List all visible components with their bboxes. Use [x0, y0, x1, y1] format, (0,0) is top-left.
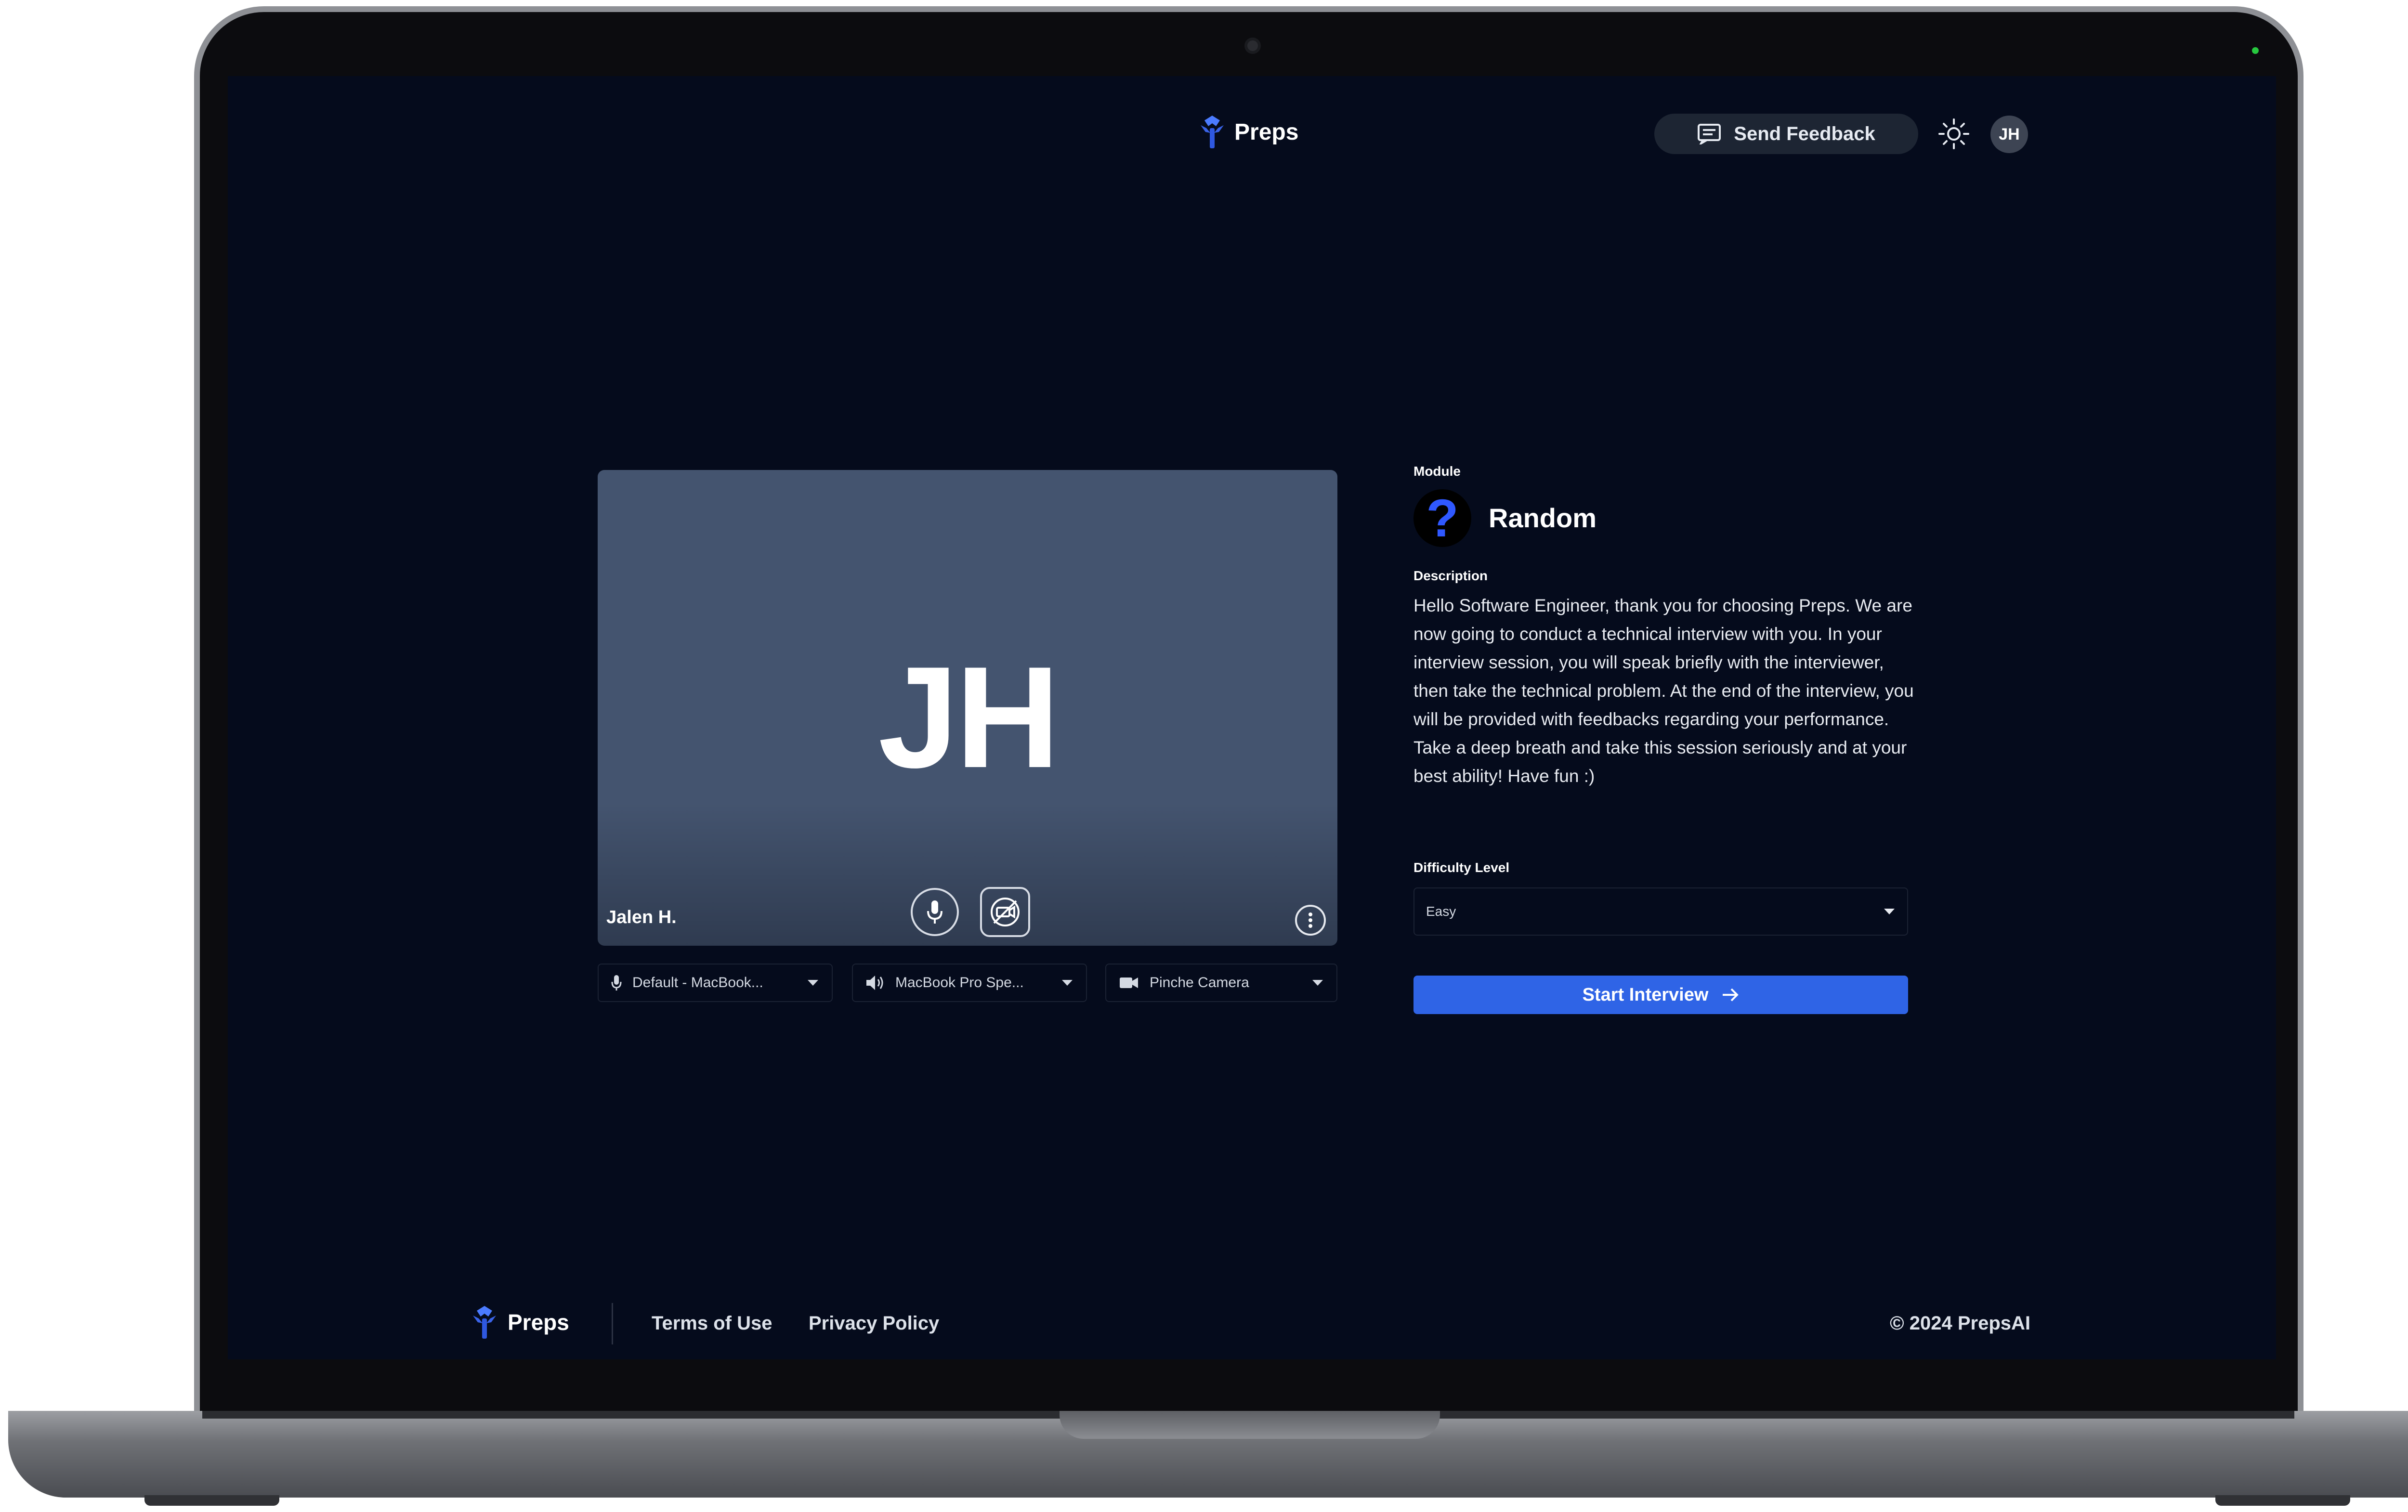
mic-toggle-button[interactable] — [911, 888, 959, 936]
chevron-down-icon — [808, 980, 818, 986]
description-label: Description — [1413, 568, 1488, 583]
speaker-select-value: MacBook Pro Spe... — [895, 975, 1024, 991]
privacy-policy-link[interactable]: Privacy Policy — [809, 1313, 939, 1334]
camera-toggle-button[interactable] — [980, 887, 1030, 937]
difficulty-select-value: Easy — [1426, 904, 1456, 919]
app-screen: Preps Send Feedback JH JH Jalen H. Defau… — [228, 76, 2276, 1359]
camera-indicator-light — [2252, 47, 2259, 54]
video-preview: JH Jalen H. — [598, 470, 1337, 946]
question-mark-icon: ? — [1413, 489, 1471, 548]
camera-off-icon — [991, 898, 1020, 926]
chevron-down-icon — [1062, 980, 1073, 986]
mic-icon — [611, 975, 622, 991]
difficulty-select[interactable]: Easy — [1413, 887, 1908, 936]
participant-name: Jalen H. — [606, 907, 677, 927]
user-avatar[interactable]: JH — [1990, 116, 2028, 153]
speaker-icon — [866, 976, 883, 990]
chevron-down-icon — [1312, 980, 1323, 986]
more-options-button[interactable] — [1295, 905, 1326, 936]
footer-brand[interactable]: Preps — [471, 1304, 569, 1341]
module-description: Hello Software Engineer, thank you for c… — [1413, 596, 1914, 786]
laptop-camera — [1244, 38, 1261, 54]
microphone-select-value: Default - MacBook... — [632, 975, 763, 991]
module-name: Random — [1489, 503, 1597, 533]
footer-divider — [612, 1303, 613, 1344]
feedback-icon — [1698, 124, 1721, 144]
mic-icon — [927, 900, 942, 924]
module-section-label: Module — [1413, 464, 1461, 479]
camera-select[interactable]: Pinche Camera — [1105, 964, 1337, 1002]
laptop-foot-left — [144, 1495, 279, 1506]
laptop-notch — [1060, 1411, 1440, 1439]
footer-brand-name: Preps — [508, 1310, 569, 1335]
video-camera-icon — [1120, 978, 1138, 988]
camera-select-value: Pinche Camera — [1150, 975, 1249, 991]
sun-icon[interactable] — [1937, 117, 1970, 150]
send-feedback-label: Send Feedback — [1734, 123, 1875, 144]
microphone-select[interactable]: Default - MacBook... — [598, 964, 833, 1002]
preps-logo-icon — [1201, 116, 1224, 148]
video-initials: JH — [878, 636, 1060, 798]
speaker-select[interactable]: MacBook Pro Spe... — [852, 964, 1087, 1002]
brand-name: Preps — [1234, 119, 1299, 145]
start-interview-button[interactable]: Start Interview — [1413, 976, 1908, 1014]
more-icon — [1309, 912, 1312, 928]
start-interview-label: Start Interview — [1582, 984, 1709, 1005]
difficulty-label: Difficulty Level — [1413, 860, 1510, 875]
chevron-down-icon — [1884, 909, 1895, 914]
send-feedback-button[interactable]: Send Feedback — [1654, 114, 1918, 154]
terms-of-use-link[interactable]: Terms of Use — [652, 1313, 772, 1334]
preps-logo-icon — [473, 1306, 496, 1339]
copyright-text: © 2024 PrepsAI — [1890, 1313, 2030, 1334]
arrow-right-icon — [1723, 988, 1739, 1002]
laptop-foot-right — [2215, 1495, 2350, 1506]
header-brand[interactable]: Preps — [1199, 114, 1298, 150]
